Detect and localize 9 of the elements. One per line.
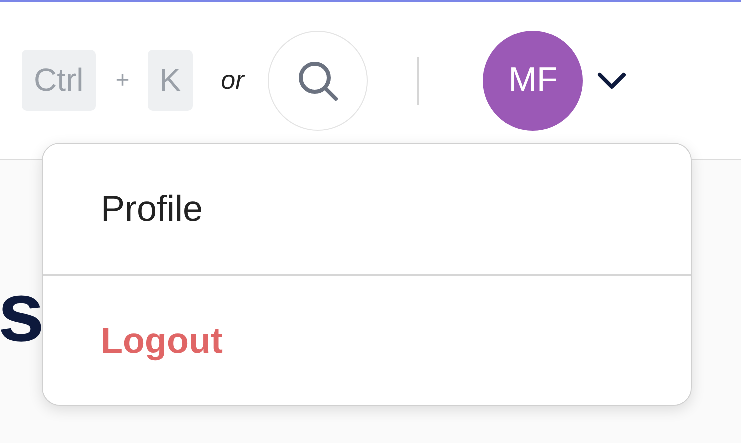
- menu-item[interactable]: Profile: [43, 144, 691, 274]
- plus-sign: +: [116, 66, 130, 94]
- user-avatar[interactable]: MF: [483, 30, 584, 130]
- or-label: or: [221, 65, 244, 96]
- keyboard-key: K: [148, 50, 194, 111]
- chevron-down-icon[interactable]: [597, 72, 628, 90]
- keyboard-key: Ctrl: [22, 50, 96, 111]
- logout-item[interactable]: Logout: [43, 274, 691, 405]
- page-heading: s: [0, 270, 45, 354]
